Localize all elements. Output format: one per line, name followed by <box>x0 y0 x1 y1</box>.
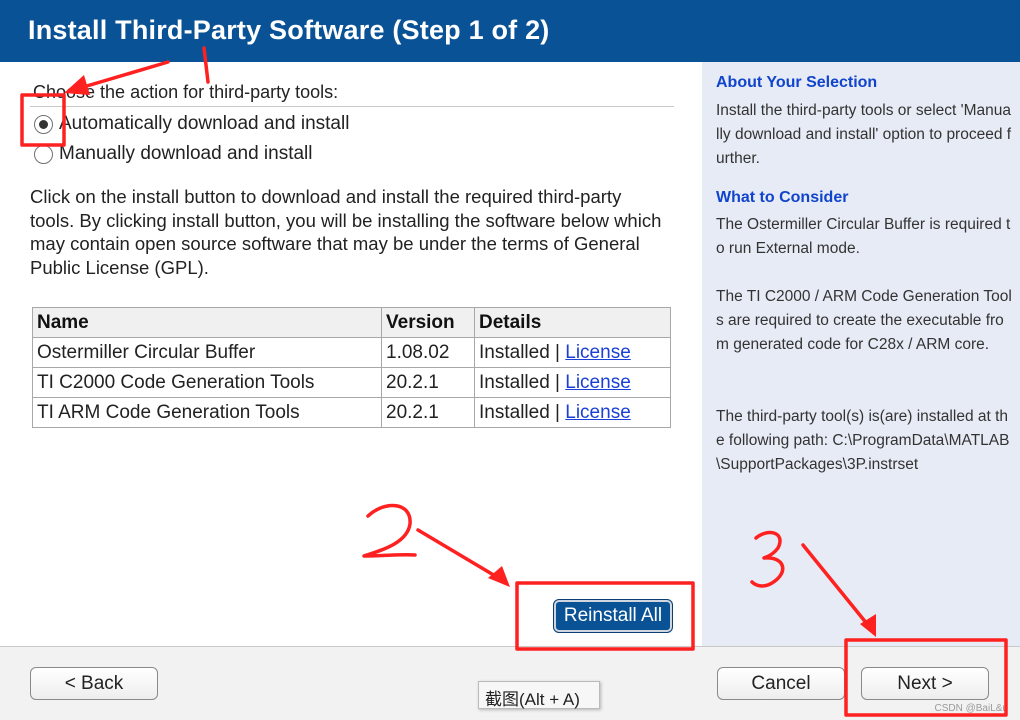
tool-name: TI ARM Code Generation Tools <box>32 397 382 428</box>
tool-version: 1.08.02 <box>381 337 475 368</box>
consider-text-install-path: The third-party tool(s) is(are) installe… <box>716 408 1010 473</box>
consider-text-codegen-tools: The TI C2000 / ARM Code Generation Tools… <box>716 288 1012 353</box>
screenshot-tooltip: 截图(Alt + A) <box>478 681 600 709</box>
cancel-button[interactable]: Cancel <box>717 667 845 700</box>
back-button[interactable]: < Back <box>30 667 158 700</box>
about-selection-heading: About Your Selection <box>716 74 878 91</box>
action-prompt: Choose the action for third-party tools: <box>33 82 339 102</box>
what-to-consider-heading: What to Consider <box>716 189 849 206</box>
table-row: TI C2000 Code Generation Tools 20.2.1 In… <box>32 367 671 398</box>
header-bar: Install Third-Party Software (Step 1 of … <box>0 0 1020 62</box>
main-panel: Choose the action for third-party tools:… <box>0 62 702 646</box>
column-header-version: Version <box>381 307 475 338</box>
radio-button-unchecked[interactable] <box>34 144 53 164</box>
option-auto-download[interactable]: Automatically download and install <box>34 113 349 135</box>
license-link[interactable]: License <box>565 402 631 423</box>
column-header-name: Name <box>32 307 382 338</box>
option-label: Manually download and install <box>59 143 313 164</box>
next-button[interactable]: Next > <box>861 667 989 700</box>
page-title: Install Third-Party Software (Step 1 of … <box>28 15 550 45</box>
install-description: Click on the install button to download … <box>30 186 662 278</box>
tool-details: Installed | License <box>474 337 671 368</box>
tool-details: Installed | License <box>474 397 671 428</box>
install-status: Installed | <box>479 341 560 363</box>
column-header-details: Details <box>474 307 671 338</box>
tool-name: TI C2000 Code Generation Tools <box>32 367 382 398</box>
table-header-row: Name Version Details <box>32 307 671 338</box>
install-status: Installed | <box>479 371 560 393</box>
footer-bar: < Back 截图(Alt + A) Cancel Next > CSDN @B… <box>0 646 1020 720</box>
license-link[interactable]: License <box>565 342 631 363</box>
divider <box>30 106 674 107</box>
reinstall-all-button[interactable]: Reinstall All <box>554 600 672 632</box>
license-link[interactable]: License <box>565 372 631 393</box>
consider-text-external-mode: The Ostermiller Circular Buffer is requi… <box>716 216 1011 257</box>
about-selection-text: Install the third-party tools or select … <box>716 102 1012 167</box>
tool-name: Ostermiller Circular Buffer <box>32 337 382 368</box>
watermark: CSDN @BaiL&u <box>934 703 1008 714</box>
option-label: Automatically download and install <box>59 113 350 134</box>
option-manual-download[interactable]: Manually download and install <box>34 143 313 165</box>
third-party-tools-table: Name Version Details Ostermiller Circula… <box>32 307 671 428</box>
install-status: Installed | <box>479 401 560 423</box>
radio-button-checked[interactable] <box>34 114 53 134</box>
table-row: Ostermiller Circular Buffer 1.08.02 Inst… <box>32 337 671 368</box>
tool-version: 20.2.1 <box>381 397 475 428</box>
table-row: TI ARM Code Generation Tools 20.2.1 Inst… <box>32 397 671 428</box>
tool-version: 20.2.1 <box>381 367 475 398</box>
installer-window: Install Third-Party Software (Step 1 of … <box>0 0 1020 720</box>
tool-details: Installed | License <box>474 367 671 398</box>
info-sidebar: About Your Selection Install the third-p… <box>702 62 1020 646</box>
